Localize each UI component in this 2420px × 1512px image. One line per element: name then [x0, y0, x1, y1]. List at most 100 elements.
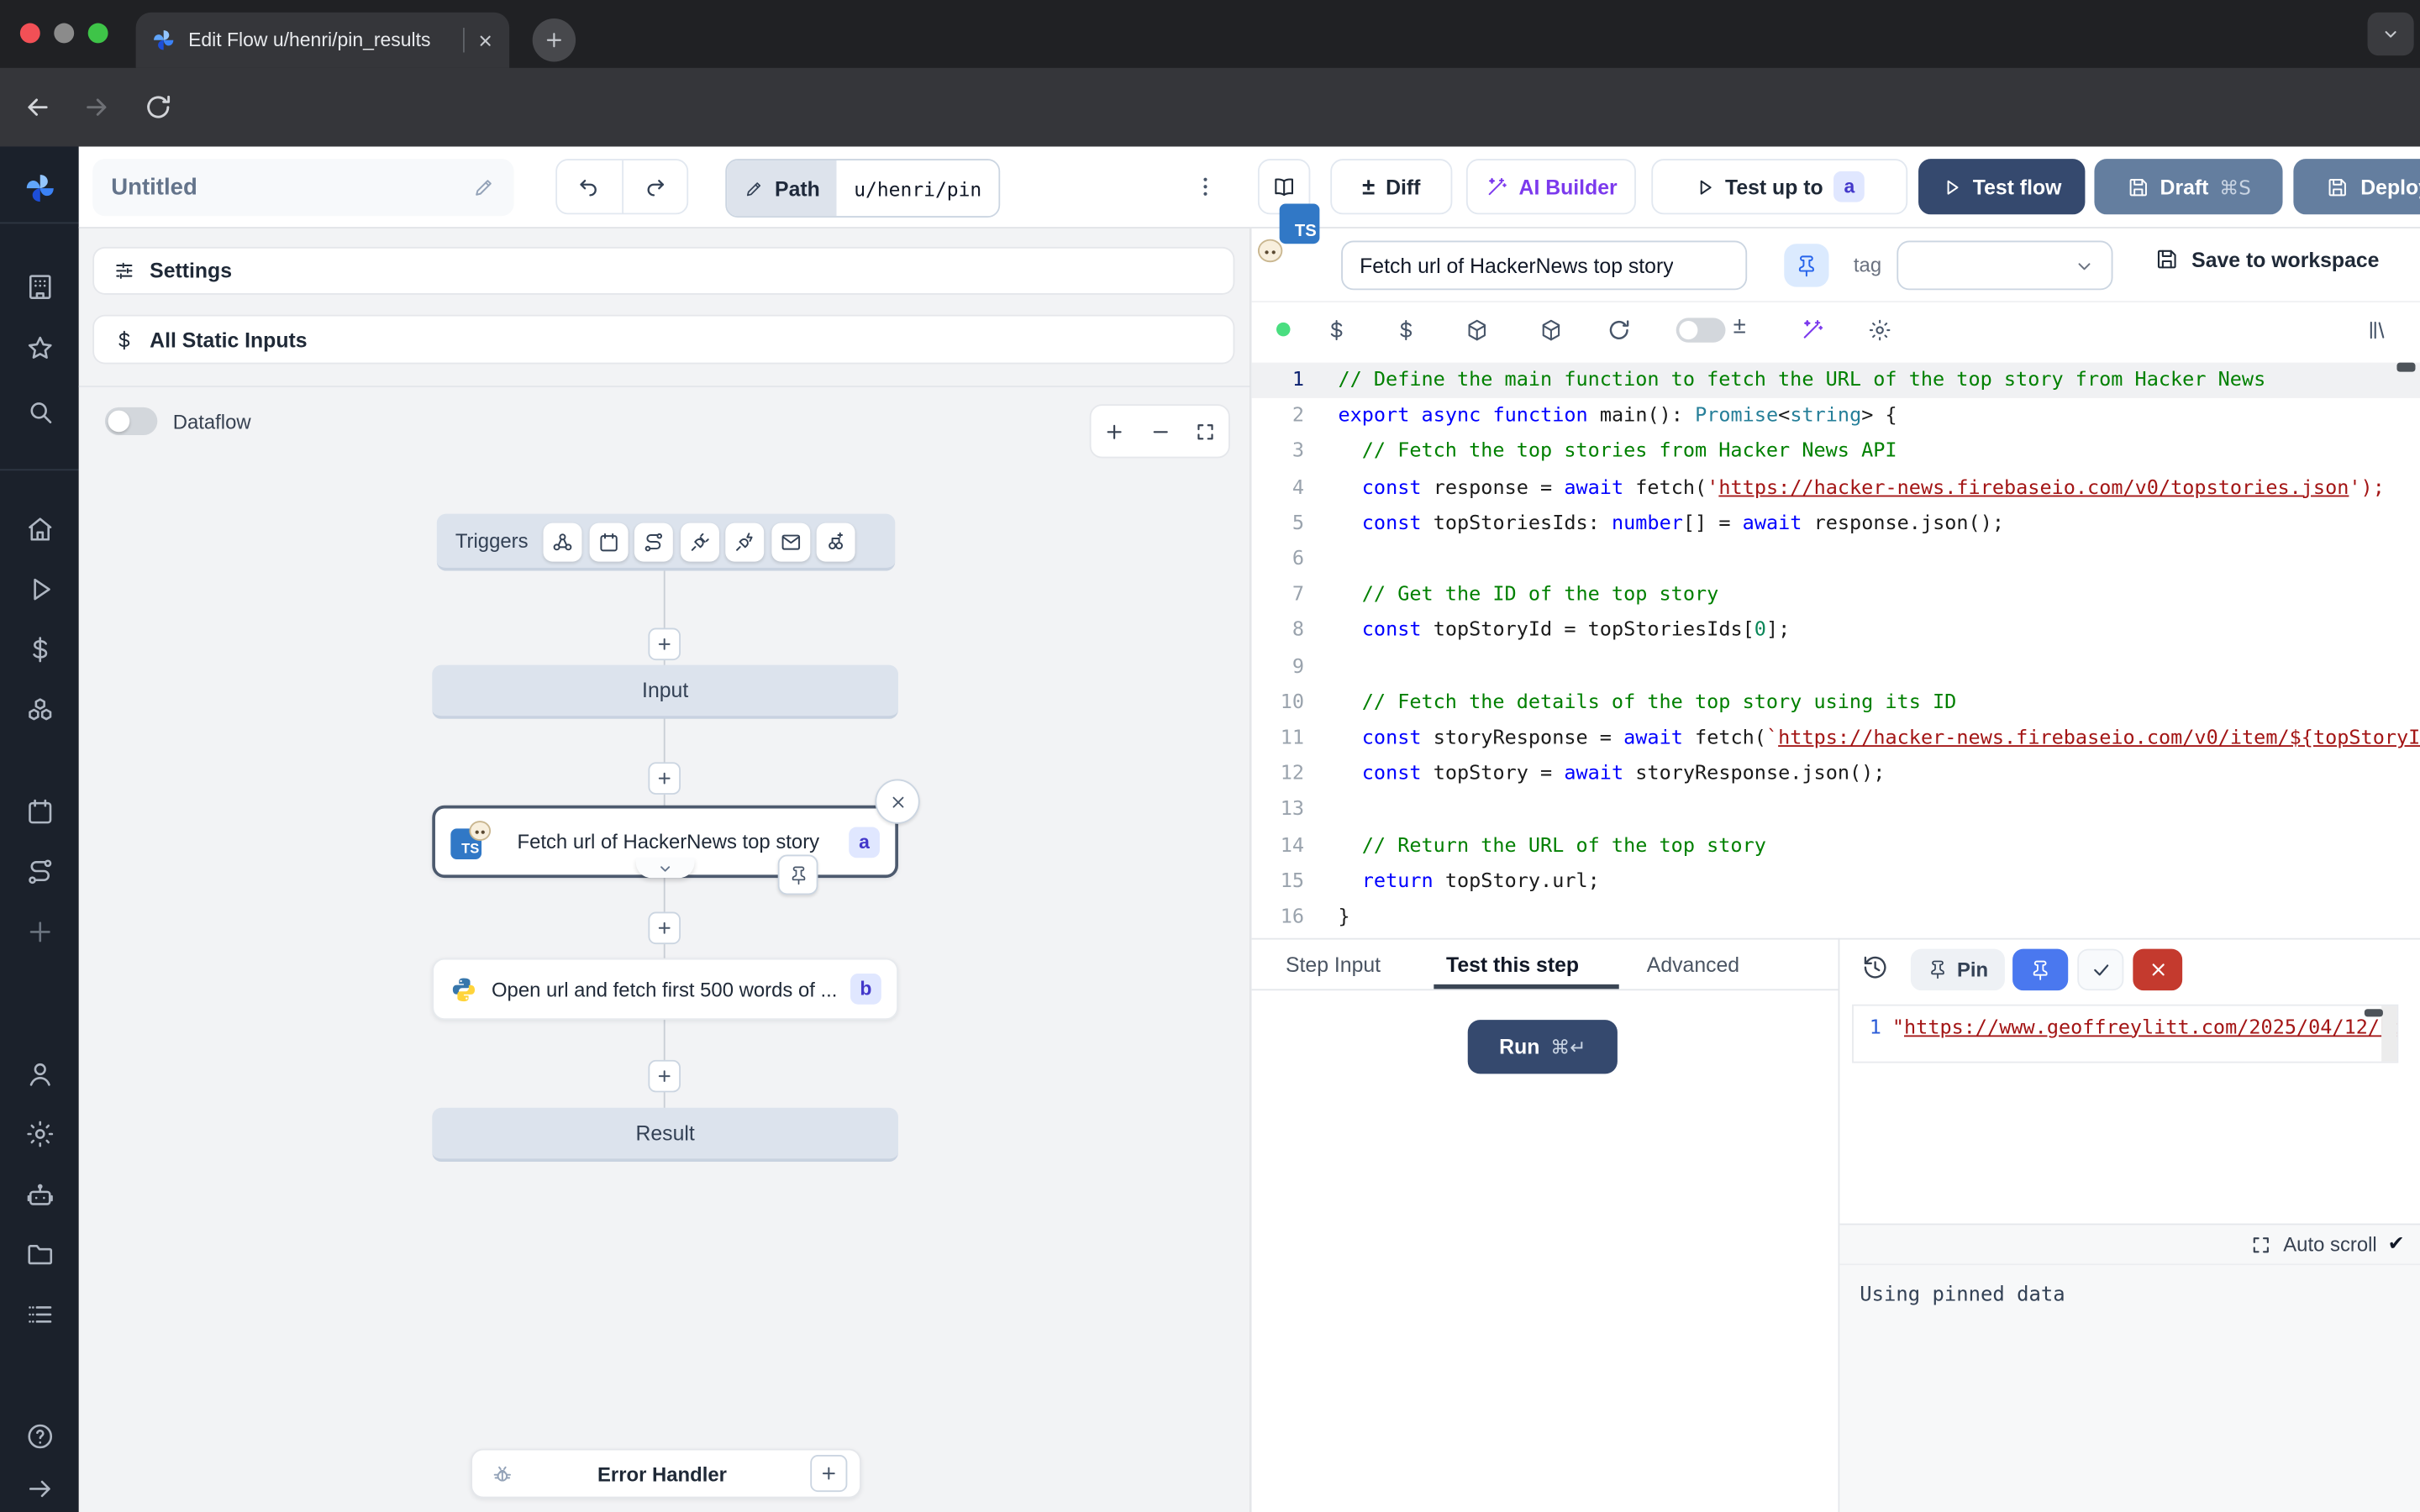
- draft-button[interactable]: Draft ⌘S: [2094, 159, 2282, 214]
- step-node-b[interactable]: Open url and fetch first 500 words of ..…: [432, 958, 898, 1020]
- expand-icon[interactable]: [2251, 1233, 2273, 1255]
- ai-builder-button[interactable]: AI Builder: [1466, 159, 1636, 214]
- sidebar-search-icon[interactable]: [24, 396, 55, 428]
- sidebar-folder-icon[interactable]: [24, 1239, 55, 1270]
- delete-step-button[interactable]: [875, 780, 919, 824]
- more-options-kebab-icon[interactable]: [1193, 173, 1218, 201]
- browser-tab[interactable]: Edit Flow u/henri/pin_results: [136, 13, 509, 68]
- dataflow-toggle[interactable]: [105, 407, 157, 435]
- code-line-2[interactable]: 2export async function main(): Promise<s…: [1252, 398, 2420, 434]
- code-line-4[interactable]: 4 const response = await fetch('https://…: [1252, 470, 2420, 506]
- sidebar-home-icon[interactable]: [24, 514, 55, 545]
- edit-pencil-icon[interactable]: [472, 176, 496, 199]
- sidebar-calendar-icon[interactable]: [24, 796, 55, 827]
- expand-step-chevron[interactable]: [636, 858, 695, 878]
- code-line-10[interactable]: 10 // Fetch the details of the top story…: [1252, 685, 2420, 721]
- sidebar-gear-icon[interactable]: [24, 1119, 55, 1150]
- path-value[interactable]: u/henri/pin: [837, 160, 998, 216]
- sidebar-plus-icon[interactable]: [24, 916, 55, 948]
- trigger-webhook-icon[interactable]: [544, 523, 582, 562]
- code-line-13[interactable]: 13: [1252, 792, 2420, 828]
- trigger-plug-bolt-icon[interactable]: [725, 523, 764, 562]
- fit-view-button[interactable]: [1183, 406, 1228, 457]
- code-line-11[interactable]: 11 const storyResponse = await fetch(`ht…: [1252, 721, 2420, 757]
- error-handler-node[interactable]: Error Handler: [471, 1449, 861, 1499]
- trigger-watch-icon[interactable]: [817, 523, 855, 562]
- sidebar-robot-icon[interactable]: [24, 1180, 55, 1211]
- code-line-14[interactable]: 14 // Return the URL of the top story: [1252, 827, 2420, 864]
- trigger-mail-icon[interactable]: [771, 523, 809, 562]
- pinned-data-badge[interactable]: [778, 855, 818, 895]
- pinned-data-editor[interactable]: 1 "https://www.geoffreylitt.com/2025/04/…: [1852, 1005, 2398, 1063]
- sidebar-list-icon[interactable]: [24, 1299, 55, 1331]
- code-line-1[interactable]: 1// Define the main function to fetch th…: [1252, 363, 2420, 399]
- trigger-plug-icon[interactable]: [680, 523, 718, 562]
- window-minimize-button[interactable]: [54, 24, 74, 44]
- save-to-workspace-button[interactable]: Save to workspace: [2154, 247, 2379, 271]
- zoom-out-button[interactable]: [1137, 406, 1182, 457]
- diff-button[interactable]: ± Diff: [1330, 159, 1452, 214]
- ai-wand-icon[interactable]: [1800, 318, 1824, 342]
- new-tab-button[interactable]: [533, 18, 576, 61]
- flow-name-field[interactable]: Untitled: [92, 159, 513, 216]
- diff-plusminus-icon[interactable]: ±: [1733, 313, 1746, 339]
- add-step-button[interactable]: [648, 628, 681, 661]
- sidebar-star-icon[interactable]: [24, 333, 55, 365]
- undo-button[interactable]: [557, 160, 623, 213]
- back-icon[interactable]: [24, 92, 53, 122]
- reload-icon[interactable]: [144, 92, 173, 122]
- code-line-15[interactable]: 15 return topStory.url;: [1252, 864, 2420, 900]
- minimap-scrollbar[interactable]: [2396, 363, 2415, 372]
- reload-icon[interactable]: [1607, 318, 1631, 342]
- result-node[interactable]: Result: [432, 1108, 898, 1162]
- sidebar-arrow-right-icon[interactable]: [24, 1473, 55, 1504]
- auto-scroll-checkmark[interactable]: ✔: [2388, 1233, 2405, 1257]
- accept-button[interactable]: [2077, 949, 2123, 991]
- triggers-node[interactable]: Triggers: [437, 514, 896, 571]
- add-step-button[interactable]: [648, 1060, 681, 1093]
- tab-advanced[interactable]: Advanced: [1647, 953, 1739, 976]
- tag-select[interactable]: [1897, 241, 2112, 291]
- clear-pin-button[interactable]: [2133, 949, 2182, 991]
- run-button[interactable]: Run ⌘↵: [1468, 1020, 1618, 1074]
- test-flow-button[interactable]: Test flow: [1918, 159, 2085, 214]
- add-step-button[interactable]: [648, 762, 681, 795]
- sidebar-play-icon[interactable]: [24, 574, 55, 605]
- forward-icon[interactable]: [82, 92, 111, 122]
- all-static-inputs-button[interactable]: All Static Inputs: [92, 315, 1234, 365]
- deploy-button[interactable]: Deploy: [2293, 159, 2420, 214]
- code-line-6[interactable]: 6: [1252, 542, 2420, 578]
- library-icon[interactable]: [2366, 318, 2391, 342]
- test-up-to-button[interactable]: Test up to a: [1651, 159, 1907, 214]
- path-button-group[interactable]: Path u/henri/pin: [725, 159, 1000, 218]
- settings-gear-icon[interactable]: [1867, 318, 1891, 342]
- tab-close-icon[interactable]: [477, 32, 494, 49]
- sidebar-cubes-icon[interactable]: [24, 696, 55, 727]
- package-icon[interactable]: [1465, 318, 1489, 342]
- tab-test-this-step[interactable]: Test this step: [1446, 953, 1579, 976]
- assets-dollar-icon[interactable]: [1324, 318, 1349, 342]
- tab-step-input[interactable]: Step Input: [1286, 953, 1381, 976]
- code-line-7[interactable]: 7 // Get the ID of the top story: [1252, 577, 2420, 613]
- flow-settings-button[interactable]: Settings: [92, 247, 1234, 295]
- trigger-calendar-icon[interactable]: [589, 523, 628, 562]
- redo-button[interactable]: [623, 160, 687, 213]
- sidebar-route-icon[interactable]: [24, 856, 55, 887]
- pin-step-button[interactable]: [1784, 244, 1828, 286]
- code-line-9[interactable]: 9: [1252, 648, 2420, 685]
- windmill-logo[interactable]: [24, 171, 57, 205]
- sidebar-building-icon[interactable]: [24, 271, 55, 302]
- code-line-5[interactable]: 5 const topStoriesIds: number[] = await …: [1252, 506, 2420, 542]
- sidebar-dollar-icon[interactable]: [24, 634, 55, 665]
- sidebar-help-icon[interactable]: [24, 1421, 55, 1452]
- path-button[interactable]: Path: [727, 160, 837, 216]
- code-line-8[interactable]: 8 const topStoryId = topStoriesIds[0];: [1252, 613, 2420, 649]
- add-error-handler-button[interactable]: [810, 1455, 847, 1492]
- zoom-in-button[interactable]: [1092, 406, 1137, 457]
- tab-search-chevron-icon[interactable]: [2368, 13, 2414, 55]
- pin-toggle-button[interactable]: Pin: [1911, 949, 2005, 991]
- history-icon[interactable]: [1861, 953, 1889, 981]
- step-node-a[interactable]: TS Fetch url of HackerNews top story a: [432, 806, 898, 878]
- minimap-scrollbar[interactable]: [2365, 1009, 2383, 1016]
- trigger-route-icon[interactable]: [634, 523, 673, 562]
